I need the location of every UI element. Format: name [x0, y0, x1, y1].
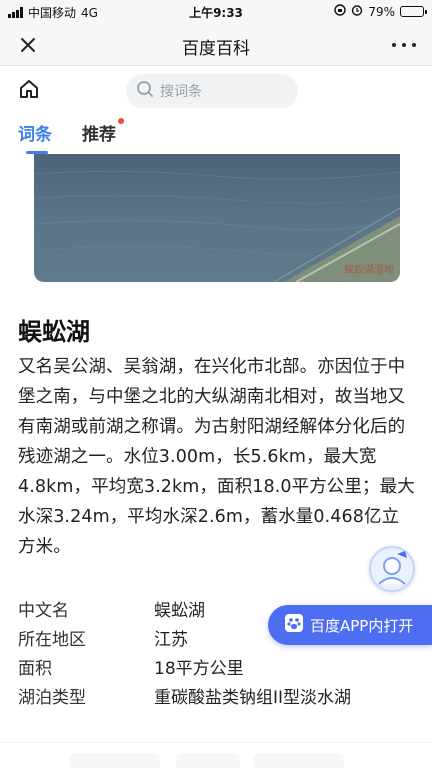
info-value: 18平方公里	[154, 659, 244, 679]
more-options-icon[interactable]	[392, 33, 416, 57]
home-icon[interactable]	[18, 78, 40, 100]
info-key: 中文名	[18, 601, 69, 621]
info-key: 所在地区	[18, 630, 86, 650]
battery-percent: 79%	[368, 4, 395, 19]
tab-recommend[interactable]: 推荐	[82, 118, 124, 150]
quick-nav-chip[interactable]	[254, 753, 344, 768]
battery-icon	[400, 6, 427, 17]
page-title: 百度百科	[182, 39, 250, 59]
lake-image[interactable]: 蜈蚣湖湿地	[34, 154, 400, 282]
status-right: 79%	[334, 4, 427, 19]
entry-summary: 又名吴公湖、吴翁湖，在兴化市北部。亦因位于中堡之南，与中堡之北的大纵湖南北相对，…	[18, 357, 415, 557]
tab-bar: 词条 推荐	[18, 118, 124, 154]
lock-rotation-icon	[334, 4, 347, 19]
info-value: 蜈蚣湖	[154, 601, 205, 621]
assistant-avatar-button[interactable]	[369, 546, 415, 592]
image-watermark: 蜈蚣湖湿地	[344, 265, 394, 276]
alarm-icon	[351, 4, 363, 19]
baike-header: 搜词条 词条 推荐	[0, 66, 432, 154]
entry-title: 蜈蚣湖	[18, 318, 90, 346]
search-placeholder: 搜词条	[160, 84, 202, 100]
quick-nav-chip[interactable]	[70, 753, 160, 768]
info-key: 面积	[18, 659, 52, 679]
info-value[interactable]: 江苏	[154, 625, 188, 650]
info-value: 重碳酸盐类钠组II型淡水湖	[154, 688, 352, 708]
search-icon	[136, 80, 154, 102]
info-key: 湖泊类型	[18, 688, 86, 708]
tab-entry[interactable]: 词条	[18, 120, 52, 154]
quick-nav-chip[interactable]	[176, 753, 240, 768]
info-row: 湖泊类型 重碳酸盐类钠组II型淡水湖	[18, 681, 418, 710]
search-input[interactable]: 搜词条	[126, 74, 298, 108]
quick-nav-strip	[0, 742, 432, 768]
notification-dot	[118, 118, 124, 124]
tab-recommend-label: 推荐	[82, 125, 116, 145]
nav-bar: 百度百科	[0, 24, 432, 66]
info-row: 面积 18平方公里	[18, 652, 418, 681]
open-in-app-button[interactable]: 百度APP内打开	[268, 605, 432, 645]
status-bar: 中国移动 4G 上午9:33 79%	[0, 0, 432, 24]
open-in-app-label: 百度APP内打开	[310, 616, 414, 635]
paw-icon	[284, 613, 304, 637]
